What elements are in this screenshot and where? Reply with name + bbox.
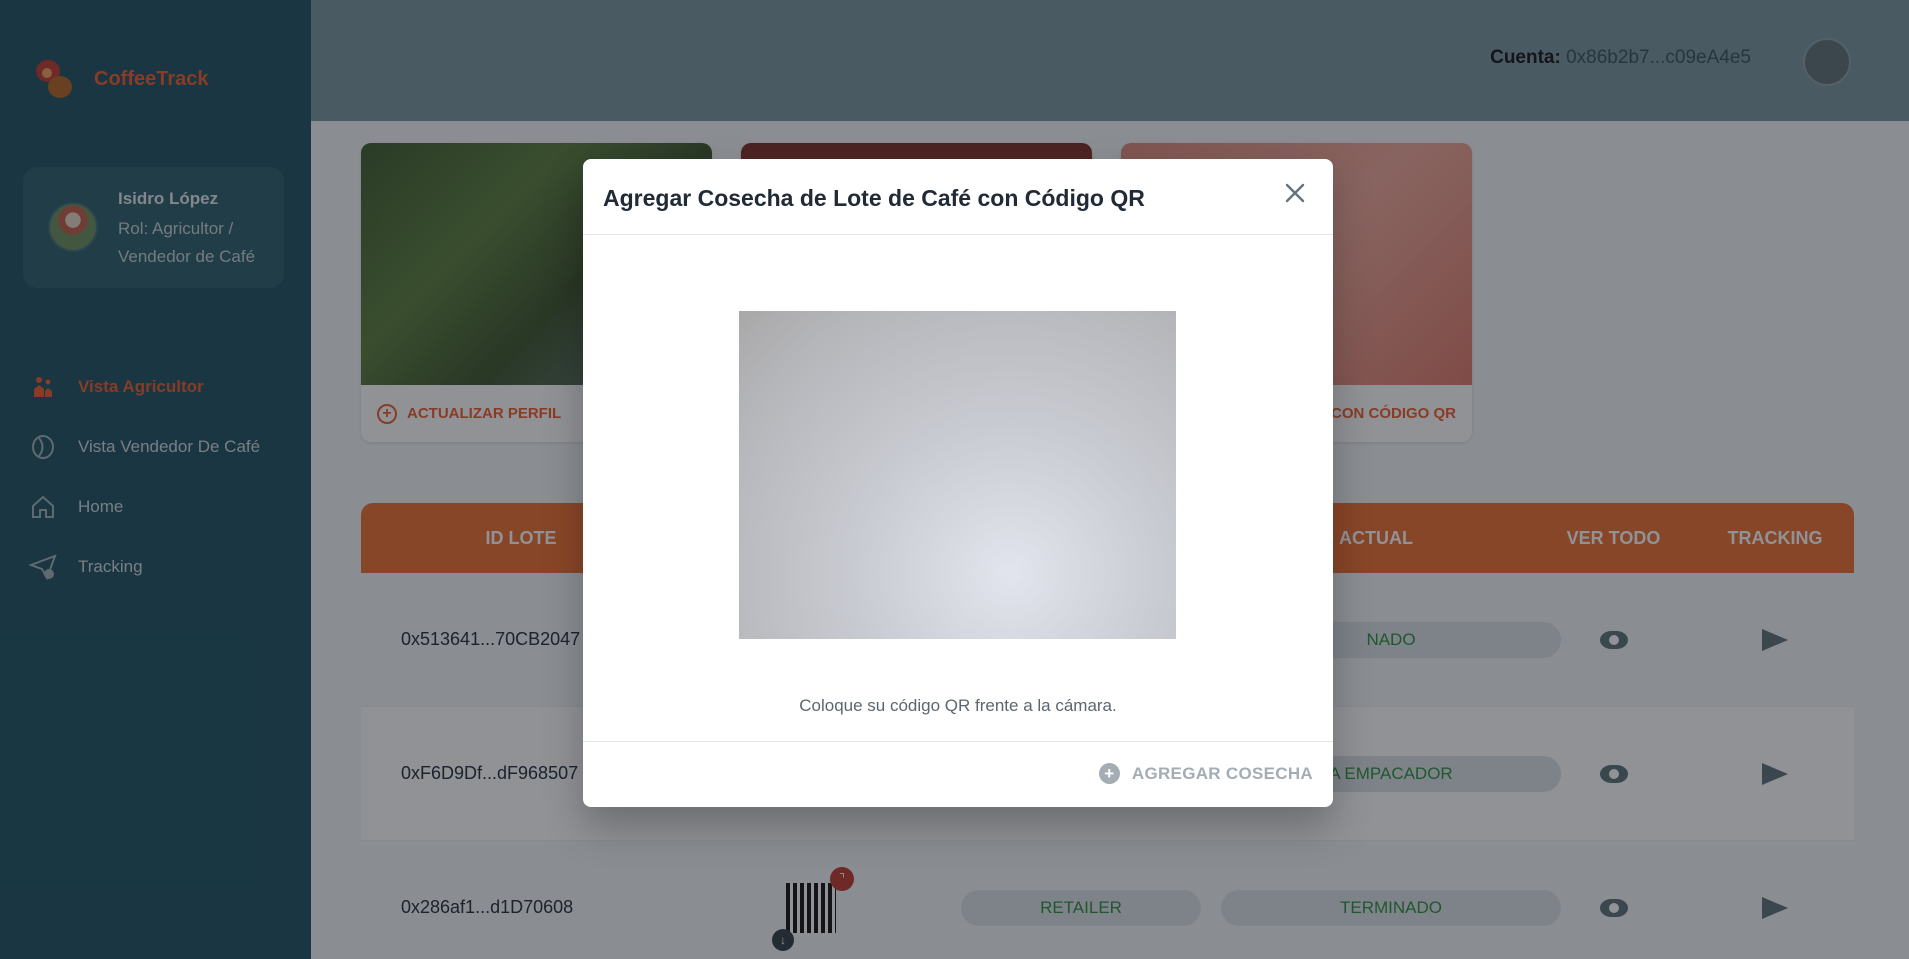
plus-circle-icon: +	[1098, 763, 1120, 784]
add-harvest-button[interactable]: + AGREGAR COSECHA	[1098, 763, 1313, 784]
add-harvest-label: AGREGAR COSECHA	[1131, 763, 1313, 783]
divider	[583, 741, 1333, 742]
camera-hint: Coloque su código QR frente a la cámara.	[799, 696, 1117, 715]
divider	[583, 234, 1333, 235]
close-icon[interactable]	[1279, 177, 1311, 209]
camera-preview	[739, 311, 1176, 639]
dialog-title: Agregar Cosecha de Lote de Café con Códi…	[603, 185, 1145, 211]
qr-harvest-dialog: Agregar Cosecha de Lote de Café con Códi…	[583, 159, 1333, 807]
